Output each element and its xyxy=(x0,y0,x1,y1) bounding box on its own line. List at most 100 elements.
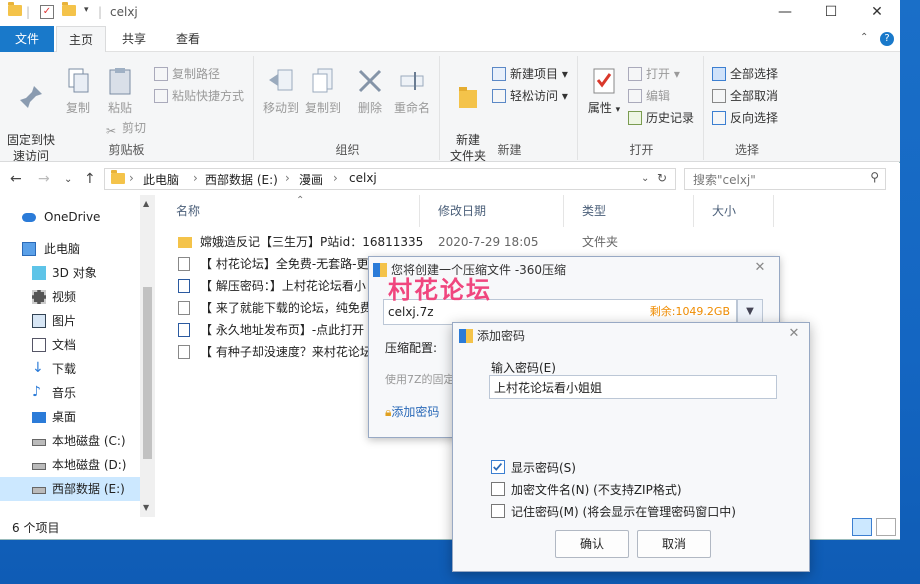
properties-quick-icon[interactable]: ✓ xyxy=(40,5,54,19)
column-type[interactable]: 类型 xyxy=(564,195,694,227)
delete-button[interactable]: 删除 xyxy=(352,66,388,116)
encrypt-filenames-checkbox[interactable] xyxy=(491,482,505,496)
cut-button[interactable]: ✂ 剪切 xyxy=(104,118,146,138)
clipboard-group: 固定到快 速访问 复制 粘贴 复制路径 粘贴快捷方式 ✂ 剪切 剪贴板 xyxy=(0,56,254,163)
file-row[interactable]: 嫦娥造反记【三生万】P站id：16811335 2020-7-29 18:05 … xyxy=(176,231,876,253)
paste-shortcut-button[interactable]: 粘贴快捷方式 xyxy=(154,86,244,106)
select-all-icon xyxy=(712,67,726,81)
tab-file[interactable]: 文件 xyxy=(0,26,54,52)
nav-drive-e[interactable]: 西部数据 (E:) xyxy=(0,477,140,501)
nav-drive-d[interactable]: 本地磁盘 (D:) xyxy=(0,453,140,477)
maximize-button[interactable]: ☐ xyxy=(808,0,854,26)
copy-button[interactable]: 复制 xyxy=(60,66,96,116)
breadcrumb-celxj[interactable]: celxj xyxy=(349,171,377,185)
cancel-button[interactable]: 取消 xyxy=(637,530,711,558)
compress-dialog-close-icon[interactable]: ✕ xyxy=(753,261,767,275)
breadcrumb-this-pc[interactable]: 此电脑 xyxy=(143,171,179,188)
paste-button[interactable]: 粘贴 xyxy=(100,66,140,116)
free-space: 剩余:1049.2GB xyxy=(649,305,730,318)
address-dropdown-icon[interactable]: ⌄ xyxy=(641,173,649,184)
address-row: ← → ⌄ ↑ › 此电脑 › 西部数据 (E:) › 漫画 › celxj ⌄… xyxy=(0,163,900,195)
back-arrow-icon[interactable]: ← xyxy=(10,171,22,187)
edit-button[interactable]: 编辑 xyxy=(628,86,670,106)
up-arrow-icon[interactable]: ↑ xyxy=(84,171,96,187)
breadcrumb-manga[interactable]: 漫画 xyxy=(299,171,323,188)
delete-icon xyxy=(358,69,382,93)
drive-icon xyxy=(32,439,46,446)
select-group-label: 选择 xyxy=(734,143,759,157)
password-input[interactable]: 上村花论坛看小姐姐 xyxy=(489,375,777,399)
recent-dropdown-icon[interactable]: ⌄ xyxy=(64,174,72,185)
new-item-button[interactable]: 新建项目 ▾ xyxy=(492,64,568,84)
drive-icon xyxy=(32,487,46,494)
cube-icon xyxy=(32,266,46,280)
breadcrumb-drive-e[interactable]: 西部数据 (E:) xyxy=(205,171,278,188)
properties-button[interactable]: 属性 ▾ xyxy=(586,66,622,118)
tab-home[interactable]: 主页 xyxy=(56,26,106,53)
open-button[interactable]: 打开 ▾ xyxy=(628,64,680,84)
text-file-icon xyxy=(178,257,190,271)
nav-drive-c[interactable]: 本地磁盘 (C:) xyxy=(0,429,140,453)
pin-icon xyxy=(20,86,42,108)
tab-view[interactable]: 查看 xyxy=(166,26,210,52)
new-folder-quick-icon[interactable] xyxy=(62,2,76,21)
forward-arrow-icon[interactable]: → xyxy=(38,171,50,187)
ribbon: 固定到快 速访问 复制 粘贴 复制路径 粘贴快捷方式 ✂剪切 剪贴板 移动到 xyxy=(0,52,900,163)
details-view-icon[interactable] xyxy=(852,518,872,536)
column-name[interactable]: 名称 xyxy=(158,195,420,227)
new-folder-icon xyxy=(459,87,477,108)
scroll-thumb[interactable] xyxy=(143,287,152,459)
search-input[interactable]: 搜索"celxj" ⚲ xyxy=(684,168,886,190)
new-item-icon xyxy=(492,67,506,81)
doc-file-icon xyxy=(178,279,190,293)
easy-access-button[interactable]: 轻松访问 ▾ xyxy=(492,86,568,106)
picture-icon xyxy=(32,314,46,328)
show-password-checkbox[interactable] xyxy=(491,460,505,474)
folder-icon xyxy=(178,237,192,248)
address-bar[interactable]: › 此电脑 › 西部数据 (E:) › 漫画 › celxj ⌄ ↻ xyxy=(104,168,676,190)
scroll-down-icon[interactable]: ▼ xyxy=(143,503,149,512)
refresh-icon[interactable]: ↻ xyxy=(657,171,667,185)
move-to-button[interactable]: 移动到 xyxy=(260,66,302,116)
nav-scrollbar[interactable]: ▲ ▼ xyxy=(140,195,155,517)
paste-shortcut-icon xyxy=(154,89,168,103)
select-all-button[interactable]: 全部选择 xyxy=(712,64,778,84)
nav-onedrive[interactable]: OneDrive xyxy=(0,205,140,229)
nav-music[interactable]: ♪ 音乐 xyxy=(0,381,140,405)
ok-button[interactable]: 确认 xyxy=(555,530,629,558)
ribbon-tabs: 文件 主页 共享 查看 ⌃ ? xyxy=(0,26,900,53)
copy-path-button[interactable]: 复制路径 xyxy=(154,64,220,84)
nav-desktop[interactable]: 桌面 xyxy=(0,405,140,429)
quick-access-dropdown-icon[interactable]: ▾ xyxy=(84,5,89,21)
collapse-ribbon-icon[interactable]: ⌃ xyxy=(860,32,868,43)
scroll-up-icon[interactable]: ▲ xyxy=(143,199,149,208)
invert-selection-button[interactable]: 反向选择 xyxy=(712,108,778,128)
nav-downloads[interactable]: ↓ 下载 xyxy=(0,357,140,381)
select-group: 全部选择 全部取消 反向选择 选择 xyxy=(706,56,788,160)
minimize-button[interactable]: — xyxy=(762,0,808,26)
select-none-button[interactable]: 全部取消 xyxy=(712,86,778,106)
nav-pictures[interactable]: 图片 xyxy=(0,309,140,333)
properties-icon xyxy=(593,68,615,94)
close-button[interactable]: ✕ xyxy=(854,0,900,26)
column-date[interactable]: 修改日期 xyxy=(420,195,564,227)
watermark-text: 村花论坛 xyxy=(388,275,492,304)
add-password-link[interactable]: 🔒︎添加密码 xyxy=(385,403,439,420)
checkmark-icon xyxy=(493,463,503,471)
copy-to-button[interactable]: 复制到 xyxy=(302,66,344,116)
nav-this-pc[interactable]: 此电脑 xyxy=(0,237,140,261)
organize-group: 移动到 复制到 删除 重命名 组织 xyxy=(256,56,440,160)
rename-button[interactable]: 重命名 xyxy=(390,66,434,116)
nav-videos[interactable]: 视频 xyxy=(0,285,140,309)
column-size[interactable]: 大小 xyxy=(694,195,774,227)
nav-3d-objects[interactable]: 3D 对象 xyxy=(0,261,140,285)
history-button[interactable]: 历史记录 xyxy=(628,108,694,128)
remember-password-checkbox[interactable] xyxy=(491,504,505,518)
large-icons-view-icon[interactable] xyxy=(876,518,896,536)
music-note-icon: ♪ xyxy=(32,384,41,400)
tab-share[interactable]: 共享 xyxy=(112,26,156,52)
help-icon[interactable]: ? xyxy=(880,32,894,46)
password-dialog-close-icon[interactable]: ✕ xyxy=(787,327,801,341)
open-group-label: 打开 xyxy=(629,143,654,157)
nav-documents[interactable]: 文档 xyxy=(0,333,140,357)
